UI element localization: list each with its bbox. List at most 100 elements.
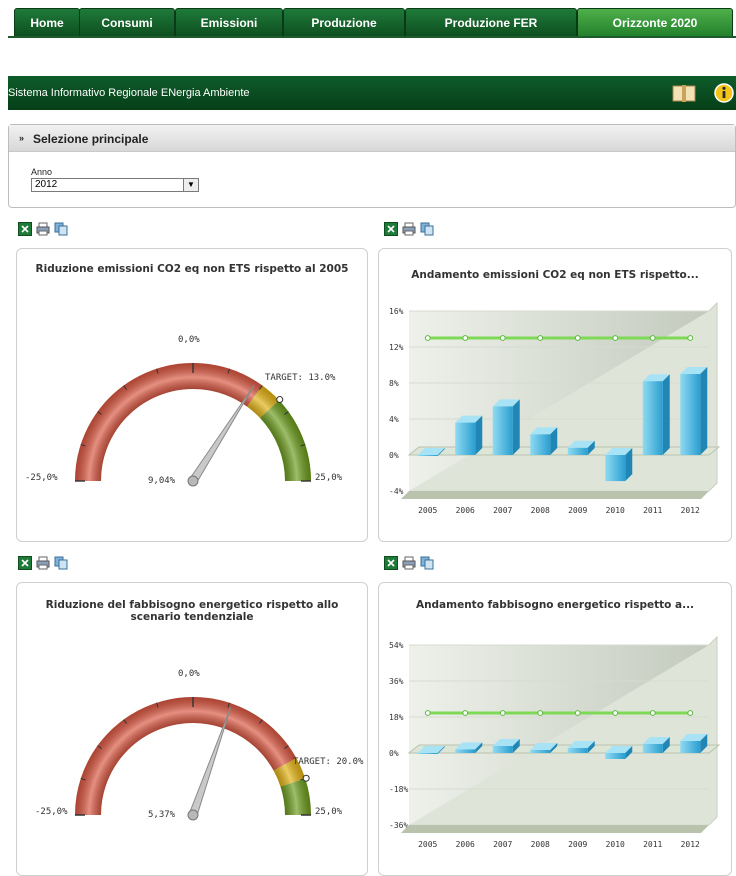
gauge-shading	[75, 697, 311, 816]
bar-side	[662, 374, 670, 455]
gauge-target-marker	[302, 774, 310, 782]
gauge-1-value-label: 9,04%	[148, 476, 176, 486]
excel-icon[interactable]	[18, 556, 32, 570]
y-tick-label: 54%	[389, 641, 404, 650]
tab-home[interactable]: Home	[14, 8, 80, 36]
bar	[492, 406, 513, 455]
info-icon[interactable]	[714, 83, 734, 106]
target-point	[424, 335, 431, 341]
bar	[680, 374, 701, 455]
y-tick-label: -4%	[389, 487, 404, 496]
main-nav: Home Consumi Emissioni Produzione Produz…	[0, 0, 736, 40]
toolbar-chart-2	[384, 556, 444, 572]
print-icon[interactable]	[402, 222, 416, 236]
bar	[417, 753, 438, 754]
gauge-1-mid-label: 0,0%	[178, 335, 200, 345]
target-point	[424, 710, 431, 716]
gauge-2-max-label: 25,0%	[315, 807, 343, 817]
bar	[492, 746, 513, 753]
x-tick-label: 2011	[643, 506, 662, 515]
x-tick-label: 2008	[531, 840, 550, 849]
chart-1: 16% 12% 8% 4% 0% -4% 2005 2006 2007 2008 2009 2010 2…	[389, 301, 721, 515]
x-tick-label: 2005	[418, 506, 437, 515]
x-tick-label: 2006	[456, 840, 475, 849]
floor	[401, 825, 709, 833]
year-value: 2012	[35, 179, 58, 190]
gauge-1	[75, 363, 311, 487]
gauge-needle	[188, 384, 255, 484]
tab-emissioni[interactable]: Emissioni	[175, 8, 283, 36]
x-tick-label: 2010	[606, 506, 625, 515]
chevron-down-icon[interactable]: ▼	[183, 179, 198, 191]
tab-produzione[interactable]: Produzione	[283, 8, 405, 36]
target-point	[612, 710, 619, 716]
collapse-icon[interactable]: »	[19, 133, 24, 143]
target-point	[649, 710, 656, 716]
target-point	[574, 335, 581, 341]
y-tick-label: 4%	[389, 415, 399, 424]
toolbar-chart-1	[384, 222, 444, 238]
x-tick-label: 2007	[493, 506, 512, 515]
target-point	[499, 335, 506, 341]
excel-icon[interactable]	[384, 556, 398, 570]
target-point	[649, 335, 656, 341]
gauge-target-marker	[276, 396, 284, 404]
bar	[567, 748, 588, 753]
target-point	[574, 710, 581, 716]
copy-icon[interactable]	[420, 222, 434, 236]
y-tick-label: 16%	[389, 307, 404, 316]
target-point	[499, 710, 506, 716]
target-point	[687, 335, 694, 341]
gauge-2-min-label: -25,0%	[35, 807, 68, 817]
bar	[455, 422, 476, 455]
print-icon[interactable]	[36, 556, 50, 570]
year-select[interactable]: 2012 ▼	[31, 178, 199, 192]
bar-side	[700, 367, 708, 455]
gauge-2-value-label: 5,37%	[148, 810, 176, 820]
y-tick-label: 12%	[389, 343, 404, 352]
selection-heading: Selezione principale	[33, 132, 149, 146]
x-tick-label: 2011	[643, 840, 662, 849]
y-tick-label: 0%	[389, 749, 399, 758]
excel-icon[interactable]	[384, 222, 398, 236]
gauge-1-min-label: -25,0%	[25, 473, 58, 483]
x-tick-label: 2010	[606, 840, 625, 849]
x-tick-label: 2006	[456, 506, 475, 515]
target-point	[687, 710, 694, 716]
x-tick-label: 2007	[493, 840, 512, 849]
floor	[401, 491, 709, 499]
y-tick-label: 0%	[389, 451, 399, 460]
tab-produzione-fer[interactable]: Produzione FER	[405, 8, 577, 36]
copy-icon[interactable]	[54, 222, 68, 236]
bar	[567, 447, 588, 455]
y-tick-label: 8%	[389, 379, 399, 388]
copy-icon[interactable]	[420, 556, 434, 570]
bar	[642, 744, 663, 753]
toolbar-gauge-2	[18, 556, 78, 572]
bar	[605, 753, 626, 759]
gauge-needle-hub	[187, 809, 199, 821]
tab-orizzonte-2020[interactable]: Orizzonte 2020	[577, 8, 733, 36]
year-label: Anno	[31, 167, 53, 177]
selection-panel-header[interactable]: » Selezione principale	[9, 125, 735, 152]
print-icon[interactable]	[36, 222, 50, 236]
book-icon[interactable]	[672, 83, 696, 106]
print-icon[interactable]	[402, 556, 416, 570]
x-tick-label: 2009	[568, 506, 587, 515]
copy-icon[interactable]	[54, 556, 68, 570]
gauge-2	[75, 697, 311, 821]
bar	[605, 455, 626, 482]
chart-2: 54%36%18%0%-18%-36%2005 2006 2007 2008 2009 2…	[389, 635, 721, 849]
gauge-card-1: Riduzione emissioni CO2 eq non ETS rispe…	[16, 248, 368, 542]
gauge-2-target-label: TARGET: 20.0%	[293, 757, 364, 767]
bar	[455, 749, 476, 753]
chart-card-2: Andamento fabbisogno energetico rispetto…	[378, 582, 732, 876]
x-tick-label: 2012	[681, 840, 700, 849]
chart-card-1: Andamento emissioni CO2 eq non ETS rispe…	[378, 248, 732, 542]
y-tick-label: 36%	[389, 677, 404, 686]
app-header: Sistema Informativo Regionale ENergia Am…	[8, 76, 736, 110]
tab-consumi[interactable]: Consumi	[79, 8, 175, 36]
target-point	[537, 335, 544, 341]
gauge-shading	[75, 363, 311, 482]
excel-icon[interactable]	[18, 222, 32, 236]
